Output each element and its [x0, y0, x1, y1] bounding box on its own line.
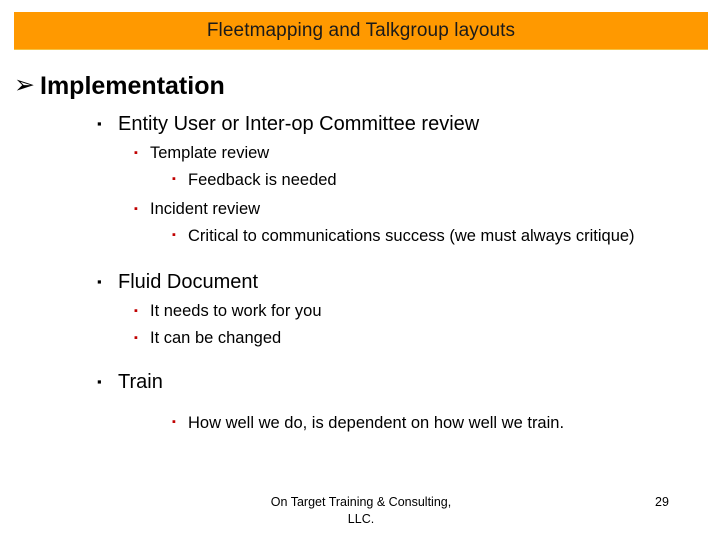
footer-credit: On Target Training & Consulting, LLC.: [196, 494, 526, 528]
outline-item-entity-user-review: ▪ Entity User or Inter-op Committee revi…: [97, 112, 720, 136]
slide-title-bar: Fleetmapping and Talkgroup layouts: [14, 12, 708, 50]
outline-item-label: Train: [118, 371, 163, 393]
outline-item-label: Entity User or Inter-op Committee review: [118, 113, 480, 135]
outline-item-label: It can be changed: [150, 329, 282, 347]
outline-item-critical-to-communications: ▪ Critical to communications success (we…: [172, 225, 720, 248]
square-bullet-icon: ▪: [172, 416, 176, 428]
arrow-bullet-icon: ➢: [14, 71, 35, 99]
square-bullet-icon: ▪: [97, 274, 102, 289]
outline-item-implementation: ➢ Implementation: [14, 72, 720, 100]
outline-item-label: Implementation: [40, 72, 225, 100]
outline-item-feedback-is-needed: ▪ Feedback is needed: [172, 169, 720, 192]
square-bullet-icon: ▪: [172, 229, 176, 241]
outline-item-label: Fluid Document: [118, 271, 259, 293]
square-bullet-icon: ▪: [134, 332, 138, 344]
outline-item-how-well-we-train: ▪ How well we do, is dependent on how we…: [172, 412, 720, 435]
footer-credit-line-2: LLC.: [347, 512, 375, 526]
slide-content: ➢ Implementation ▪ Entity User or Inter-…: [0, 62, 720, 435]
outline-item-label: Template review: [150, 144, 270, 162]
page-number: 29: [655, 495, 669, 509]
square-bullet-icon: ▪: [97, 374, 102, 389]
square-bullet-icon: ▪: [172, 173, 176, 185]
outline-item-template-review: ▪ Template review: [134, 143, 720, 163]
outline-item-it-needs-to-work-for-you: ▪ It needs to work for you: [134, 301, 720, 321]
outline-item-label: How well we do, is dependent on how well…: [188, 414, 565, 432]
square-bullet-icon: ▪: [134, 203, 138, 215]
footer-credit-line-1: On Target Training & Consulting,: [270, 495, 452, 509]
outline-item-train: ▪ Train: [97, 370, 720, 394]
square-bullet-icon: ▪: [134, 305, 138, 317]
outline-item-fluid-document: ▪ Fluid Document: [97, 270, 720, 294]
page-title: Fleetmapping and Talkgroup layouts: [206, 19, 516, 41]
outline-item-label: Critical to communications success (we m…: [188, 227, 635, 245]
outline-item-it-can-be-changed: ▪ It can be changed: [134, 328, 720, 348]
outline-item-label: It needs to work for you: [150, 302, 322, 320]
outline-item-label: Incident review: [150, 200, 261, 218]
square-bullet-icon: ▪: [134, 147, 138, 159]
outline-item-label: Feedback is needed: [188, 171, 337, 189]
square-bullet-icon: ▪: [97, 116, 102, 131]
outline-item-incident-review: ▪ Incident review: [134, 199, 720, 219]
